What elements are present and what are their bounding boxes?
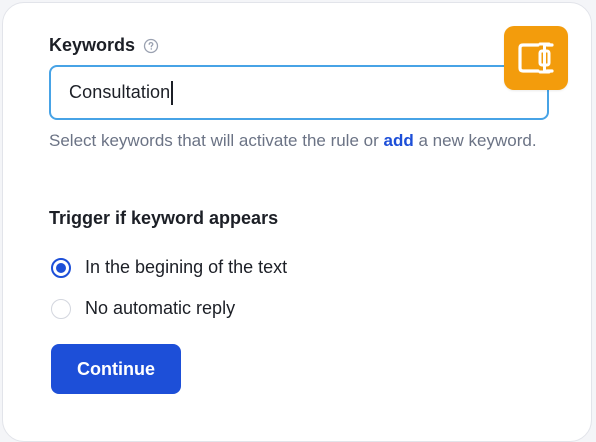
radio-checked-icon[interactable] (51, 257, 71, 278)
radio-option-beginning[interactable]: In the begining of the text (51, 257, 287, 278)
continue-button[interactable]: Continue (51, 344, 181, 394)
extension-badge[interactable] (504, 26, 568, 90)
keywords-input-value[interactable]: Consultation (69, 82, 170, 103)
add-keyword-link[interactable]: add (383, 131, 413, 150)
text-cursor-box-icon (518, 42, 554, 74)
keywords-help-text: Select keywords that will activate the r… (49, 127, 549, 155)
help-text-before: Select keywords that will activate the r… (49, 131, 384, 150)
help-text-after: a new keyword. (413, 131, 537, 150)
radio-unchecked-icon[interactable] (51, 298, 71, 319)
question-circle-icon[interactable] (143, 38, 159, 54)
radio-label-no-reply: No automatic reply (85, 298, 236, 318)
trigger-section-title: Trigger if keyword appears (49, 208, 279, 228)
radio-option-no-reply[interactable]: No automatic reply (51, 298, 235, 319)
keywords-input[interactable]: Consultation (49, 65, 549, 120)
keywords-label: Keywords (49, 35, 136, 55)
radio-label-beginning: In the begining of the text (85, 257, 288, 277)
text-caret (171, 80, 173, 105)
keywords-label-row: Keywords (49, 35, 159, 56)
